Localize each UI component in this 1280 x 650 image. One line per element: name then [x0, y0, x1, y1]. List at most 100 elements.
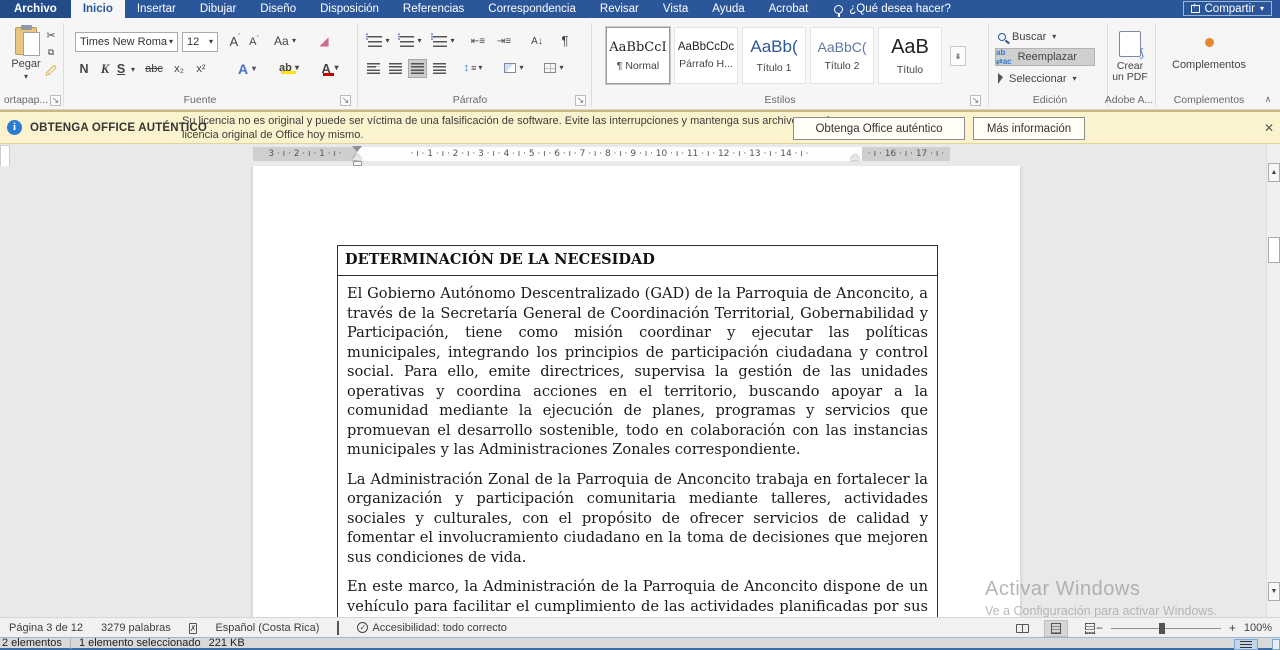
activate-windows-subtext: Ve a Configuración para activar Windows.	[985, 604, 1217, 617]
font-color-button[interactable]: A ▾	[314, 58, 346, 78]
proofing-icon[interactable]: ✗	[180, 622, 207, 634]
bullets-button[interactable]: ▾	[366, 32, 392, 50]
search-icon	[998, 33, 1006, 41]
document-body[interactable]: El Gobierno Autónomo Descentralizado (GA…	[338, 276, 937, 617]
clear-formatting-button[interactable]: ◢	[314, 31, 334, 51]
paragraph-2: La Administración Zonal de la Parroquia …	[347, 470, 928, 568]
macro-record-icon[interactable]	[328, 622, 348, 634]
share-button[interactable]: Compartir ▾	[1183, 1, 1273, 16]
clipboard-dialog-launcher[interactable]: ↘	[50, 95, 61, 106]
style-normal[interactable]: AaBbCcI ¶ Normal	[606, 27, 670, 84]
ribbon: Pegar ▾ ✂ ⧉ 🖉 ortapap... ↘ Times New Rom…	[0, 18, 1280, 110]
hanging-indent-marker[interactable]	[352, 154, 362, 160]
zoom-out-button[interactable]: −	[1096, 621, 1103, 635]
find-button[interactable]: Buscar ▾	[998, 28, 1098, 45]
more-info-button[interactable]: Más información	[973, 117, 1085, 140]
format-painter-button[interactable]: 🖉	[42, 65, 60, 79]
shading-button[interactable]: ▾	[498, 58, 530, 78]
tab-acrobat[interactable]: Acrobat	[757, 0, 821, 18]
superscript-button[interactable]: x²	[192, 60, 210, 78]
replace-button[interactable]: ab⇄ac Reemplazar	[995, 48, 1095, 66]
vertical-scrollbar[interactable]: ▲ ▼	[1266, 144, 1280, 617]
bold-button[interactable]: N	[76, 60, 92, 78]
cut-button[interactable]: ✂	[42, 28, 60, 42]
scroll-down-arrow[interactable]: ▼	[1268, 582, 1280, 601]
language-indicator[interactable]: Español (Costa Rica)	[206, 622, 328, 634]
scroll-up-arrow[interactable]: ▲	[1268, 163, 1280, 182]
align-center-button[interactable]	[386, 59, 405, 78]
zoom-slider[interactable]	[1111, 628, 1221, 629]
tab-vista[interactable]: Vista	[651, 0, 700, 18]
explorer-selection-size: 221 KB	[209, 637, 245, 649]
clipboard-group-label: ortapap...	[0, 94, 52, 106]
zoom-slider-thumb[interactable]	[1159, 623, 1165, 634]
vertical-ruler-sliver	[0, 145, 10, 167]
print-layout-button[interactable]	[1044, 620, 1068, 637]
styles-dialog-launcher[interactable]: ↘	[970, 95, 981, 106]
sort-button[interactable]: A↓	[526, 32, 548, 50]
select-button[interactable]: Seleccionar ▾	[998, 70, 1108, 87]
font-dialog-launcher[interactable]: ↘	[340, 95, 351, 106]
tab-disposicion[interactable]: Disposición	[308, 0, 391, 18]
get-genuine-office-button[interactable]: Obtenga Office auténtico	[793, 117, 965, 140]
numbering-button[interactable]: ▾	[398, 32, 424, 50]
underline-menu-arrow[interactable]: ▾	[128, 64, 138, 76]
font-name-combo[interactable]: Times New Roma▾	[75, 32, 178, 52]
collapse-ribbon-button[interactable]: ∧	[1260, 92, 1276, 106]
tab-correspondencia[interactable]: Correspondencia	[476, 0, 588, 18]
page-indicator[interactable]: Página 3 de 12	[0, 622, 92, 634]
multilevel-list-button[interactable]: ▾	[430, 32, 458, 50]
tell-me-search[interactable]: ¿Qué desea hacer?	[834, 0, 951, 18]
line-spacing-button[interactable]: ↕≡▾	[458, 58, 488, 78]
editing-group-label: Edición	[985, 94, 1115, 106]
highlight-color-button[interactable]: ab ▾	[272, 58, 306, 78]
style-titulo-1[interactable]: AaBb( Título 1	[742, 27, 806, 84]
document-canvas: DETERMINACIÓN DE LA NECESIDAD El Gobiern…	[0, 166, 1266, 617]
paste-button[interactable]: Pegar ▾	[6, 26, 46, 82]
tab-ayuda[interactable]: Ayuda	[700, 0, 756, 18]
text-effects-button[interactable]: A ▾	[232, 60, 262, 78]
subscript-button[interactable]: x₂	[170, 60, 188, 78]
close-icon[interactable]: ✕	[1264, 121, 1274, 135]
tab-archivo[interactable]: Archivo	[0, 0, 71, 18]
underline-button[interactable]: S	[114, 60, 128, 78]
first-line-indent-marker[interactable]	[352, 146, 362, 152]
tab-insertar[interactable]: Insertar	[125, 0, 188, 18]
tab-dibujar[interactable]: Dibujar	[188, 0, 248, 18]
tab-inicio[interactable]: Inicio	[71, 0, 125, 18]
font-size-combo[interactable]: 12▾	[182, 32, 218, 52]
details-view-button[interactable]	[1234, 639, 1258, 650]
read-mode-button[interactable]	[1010, 620, 1034, 637]
tab-diseno[interactable]: Diseño	[248, 0, 308, 18]
borders-button[interactable]: ▾	[538, 58, 570, 78]
decrease-indent-button[interactable]: ⇤≡	[468, 32, 488, 50]
copy-button[interactable]: ⧉	[42, 45, 60, 59]
zoom-percentage[interactable]: 100%	[1244, 622, 1272, 634]
zoom-in-button[interactable]: +	[1229, 621, 1236, 635]
show-paragraph-marks-button[interactable]: ¶	[556, 31, 574, 49]
align-right-button[interactable]	[408, 59, 427, 78]
grow-font-button[interactable]: Aˆ	[226, 31, 244, 51]
style-titulo[interactable]: AaB Título	[878, 27, 942, 84]
word-count[interactable]: 3279 palabras	[92, 622, 180, 634]
right-indent-marker[interactable]	[850, 154, 860, 160]
italic-button[interactable]: K	[98, 60, 112, 78]
shrink-font-button[interactable]: Aˇ	[246, 33, 262, 51]
scrollbar-thumb[interactable]	[1268, 237, 1280, 263]
large-icons-view-button[interactable]	[1272, 639, 1280, 650]
change-case-button[interactable]: Aa ▾	[270, 31, 300, 51]
strikethrough-button[interactable]: abc	[142, 60, 166, 78]
styles-gallery-more-button[interactable]: ⇟	[950, 46, 966, 66]
style-titulo-2[interactable]: AaBbC( Título 2	[810, 27, 874, 84]
increase-indent-button[interactable]: ⇥≡	[494, 32, 514, 50]
create-pdf-button[interactable]: Crear un PDF	[1108, 26, 1152, 88]
justify-button[interactable]	[430, 59, 449, 78]
paragraph-dialog-launcher[interactable]: ↘	[575, 95, 586, 106]
document-page[interactable]: DETERMINACIÓN DE LA NECESIDAD El Gobiern…	[253, 166, 1020, 617]
style-parrafo-h[interactable]: AaBbCcDc Párrafo H...	[674, 27, 738, 84]
addins-button[interactable]: Complementos	[1163, 28, 1255, 80]
tab-revisar[interactable]: Revisar	[588, 0, 651, 18]
tab-referencias[interactable]: Referencias	[391, 0, 476, 18]
accessibility-status[interactable]: ✓ Accesibilidad: todo correcto	[348, 622, 516, 634]
align-left-button[interactable]	[364, 59, 383, 78]
